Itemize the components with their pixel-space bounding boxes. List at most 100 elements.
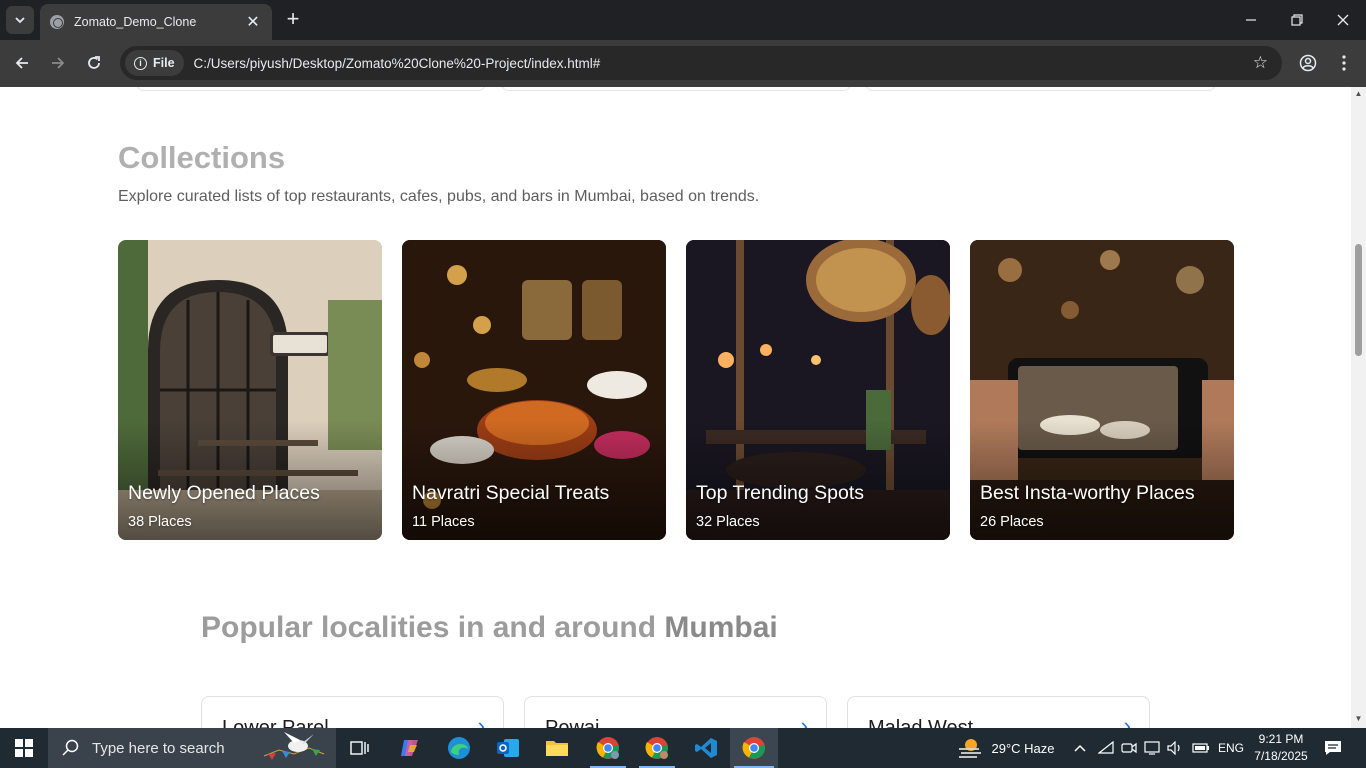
tab-search-button[interactable] [6,6,34,34]
taskbar-search-box[interactable]: Type here to search [48,728,336,768]
chrome-active-button[interactable] [730,728,778,768]
browser-tab-active[interactable]: Zomato_Demo_Clone ✕ [40,4,272,40]
collection-count: 32 Places [696,514,760,530]
bookmark-star-icon[interactable]: ☆ [1253,53,1268,73]
battery-tray-icon[interactable] [1190,728,1212,768]
collection-name: Top Trending Spots [696,482,865,504]
scroll-down-icon[interactable]: ▼ [1354,714,1363,723]
page-scrollbar[interactable]: ▲ ▼ [1351,87,1366,728]
previous-section-card [865,87,1216,91]
network-tray-icon[interactable] [1096,728,1116,768]
site-chip-label: File [153,56,175,70]
windows-taskbar: Type here to search 29°C Haze ENG 9:21 P… [0,728,1366,768]
forward-button[interactable] [45,50,71,76]
folder-icon [546,741,568,756]
browser-menu-button[interactable] [1331,50,1357,76]
dove-illustration-icon [263,732,325,760]
restore-icon [1291,14,1303,26]
chevron-right-icon: › [1123,713,1131,728]
edge-button[interactable] [439,728,479,768]
display-tray-icon[interactable] [1142,728,1162,768]
localities-title: Popular localities in and around Mumbai [201,611,778,645]
language-text: ENG [1217,741,1244,755]
collection-card[interactable]: Newly Opened Places 38 Places [118,240,382,540]
more-vertical-icon [1342,55,1346,71]
notification-icon [1325,741,1341,755]
locality-card[interactable]: Lower Parel › [201,696,504,728]
restore-button[interactable] [1274,0,1320,40]
weather-widget[interactable]: 29°C Haze [946,728,1066,768]
collection-card[interactable]: Top Trending Spots 32 Places [686,240,950,540]
chevron-down-icon [15,17,25,24]
collections-subtitle: Explore curated lists of top restaurants… [118,188,760,205]
chrome-profile-button[interactable] [635,728,679,768]
edge-icon [448,737,470,759]
battery-icon [1192,743,1209,753]
notifications-button[interactable] [1318,728,1348,768]
chevron-right-icon: › [477,713,485,728]
page-viewport: Collections Explore curated lists of top… [0,87,1351,728]
show-hidden-icons-button[interactable] [1070,728,1090,768]
browser-tab-bar: Zomato_Demo_Clone ✕ + [0,0,1366,40]
locality-name: Powai [545,717,600,728]
task-view-icon [350,741,369,755]
outlook-button[interactable] [488,728,528,768]
meet-now-tray-icon[interactable] [1119,728,1139,768]
address-bar[interactable]: i File C:/Users/piyush/Desktop/Zomato%20… [120,46,1282,80]
taskbar-clock[interactable]: 9:21 PM 7/18/2025 [1253,731,1309,765]
collection-name: Navratri Special Treats [412,482,610,504]
minimize-button[interactable] [1228,0,1274,40]
arrow-left-icon [15,57,28,69]
close-tab-icon[interactable]: ✕ [244,12,262,32]
site-info-chip[interactable]: i File [125,50,184,76]
previous-section-card [136,87,486,91]
task-view-button[interactable] [340,728,380,768]
outlook-icon [497,739,519,757]
localities-title-prefix: Popular localities in and around [201,611,665,644]
localities-city: Mumbai [664,611,778,644]
chrome-profile-button[interactable] [586,728,630,768]
collection-name: Newly Opened Places [128,482,320,504]
locality-card[interactable]: Powai › [524,696,827,728]
collection-card[interactable]: Navratri Special Treats 11 Places [402,240,666,540]
url-text[interactable]: C:/Users/piyush/Desktop/Zomato%20Clone%2… [194,56,1253,71]
search-icon [62,739,79,756]
file-explorer-button[interactable] [537,728,577,768]
locality-name: Lower Parel [222,717,329,728]
collection-count: 38 Places [128,514,192,530]
previous-section-card [501,87,851,91]
language-indicator[interactable]: ENG [1214,728,1248,768]
reload-icon [88,56,100,69]
chevron-up-icon [1074,744,1086,752]
wifi-icon [1098,741,1114,754]
locality-name: Malad West [868,717,974,728]
collection-name: Best Insta-worthy Places [980,482,1195,504]
globe-icon [50,15,64,29]
volume-tray-icon[interactable] [1165,728,1185,768]
new-tab-button[interactable]: + [282,8,304,32]
close-icon [1337,14,1349,26]
back-button[interactable] [9,50,35,76]
minimize-icon [1246,19,1256,21]
info-icon: i [134,56,147,70]
scroll-up-icon[interactable]: ▲ [1354,89,1363,98]
speaker-icon [1167,741,1180,755]
start-button[interactable] [0,728,48,768]
collection-card[interactable]: Best Insta-worthy Places 26 Places [970,240,1234,540]
copilot-button[interactable] [390,728,430,768]
locality-card[interactable]: Malad West › [847,696,1150,728]
collection-count: 26 Places [980,514,1044,530]
vscode-button[interactable] [684,728,728,768]
profile-button[interactable] [1295,50,1321,76]
collection-count: 11 Places [412,514,475,530]
tab-title: Zomato_Demo_Clone [74,15,197,29]
collections-title: Collections [118,140,286,175]
profile-icon [1299,54,1317,72]
arrow-right-icon [52,57,65,69]
scrollbar-thumb[interactable] [1355,244,1362,356]
browser-toolbar: i File C:/Users/piyush/Desktop/Zomato%20… [0,40,1366,87]
reload-button[interactable] [81,50,107,76]
close-window-button[interactable] [1320,0,1366,40]
chrome-icon [645,737,668,759]
haze-weather-icon [959,739,982,758]
